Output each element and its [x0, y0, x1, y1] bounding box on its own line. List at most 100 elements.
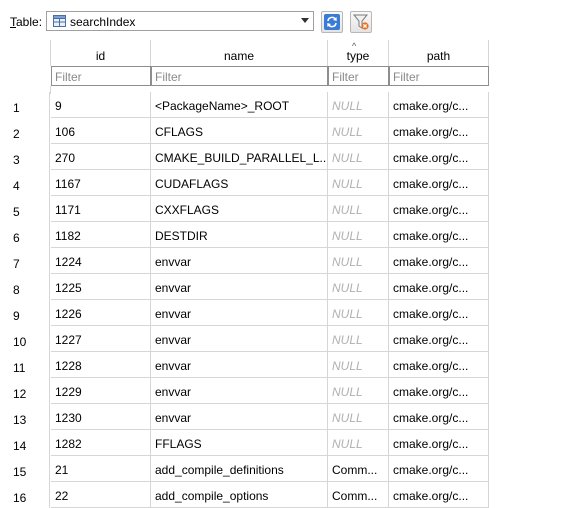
cell-name[interactable]: envvar	[151, 326, 328, 352]
table-row[interactable]: 7 1224 envvar NULL cmake.org/c...	[0, 248, 489, 274]
cell-id[interactable]: 1182	[51, 222, 151, 248]
cell-id[interactable]: 1171	[51, 196, 151, 222]
table-row[interactable]: 10 1227 envvar NULL cmake.org/c...	[0, 326, 489, 352]
cell-id[interactable]: 1167	[51, 170, 151, 196]
cell-id[interactable]: 1282	[51, 430, 151, 456]
table-row[interactable]: 1 9 <PackageName>_ROOT NULL cmake.org/c...	[0, 92, 489, 118]
filter-input-path[interactable]: Filter	[389, 66, 489, 86]
cell-type[interactable]: NULL	[328, 274, 389, 300]
cell-id[interactable]: 9	[51, 92, 151, 118]
cell-path[interactable]: cmake.org/c...	[389, 326, 489, 352]
cell-id[interactable]: 22	[51, 482, 151, 508]
cell-id[interactable]: 1226	[51, 300, 151, 326]
row-number[interactable]: 16	[0, 482, 50, 508]
cell-name[interactable]: CXXFLAGS	[151, 196, 328, 222]
chevron-down-icon[interactable]	[301, 18, 309, 23]
cell-name[interactable]: add_compile_definitions	[151, 456, 328, 482]
refresh-button[interactable]	[321, 11, 343, 33]
cell-path[interactable]: cmake.org/c...	[389, 456, 489, 482]
table-row[interactable]: 16 22 add_compile_options Comm... cmake.org/…	[0, 482, 489, 508]
cell-path[interactable]: cmake.org/c...	[389, 248, 489, 274]
cell-type[interactable]: NULL	[328, 170, 389, 196]
cell-name[interactable]: FFLAGS	[151, 430, 328, 456]
cell-path[interactable]: cmake.org/c...	[389, 352, 489, 378]
cell-name[interactable]: CMAKE_BUILD_PARALLEL_L...	[151, 144, 328, 170]
cell-id[interactable]: 270	[51, 144, 151, 170]
cell-id[interactable]: 1229	[51, 378, 151, 404]
table-select[interactable]: searchIndex	[46, 11, 314, 31]
row-number[interactable]: 1	[0, 92, 50, 118]
row-number[interactable]: 7	[0, 248, 50, 274]
filter-input-type[interactable]: Filter	[328, 66, 389, 86]
table-row[interactable]: 4 1167 CUDAFLAGS NULL cmake.org/c...	[0, 170, 489, 196]
table-row[interactable]: 13 1230 envvar NULL cmake.org/c...	[0, 404, 489, 430]
cell-id[interactable]: 106	[51, 118, 151, 144]
cell-name[interactable]: CUDAFLAGS	[151, 170, 328, 196]
cell-path[interactable]: cmake.org/c...	[389, 378, 489, 404]
row-number[interactable]: 13	[0, 404, 50, 430]
table-row[interactable]: 14 1282 FFLAGS NULL cmake.org/c...	[0, 430, 489, 456]
cell-name[interactable]: add_compile_options	[151, 482, 328, 508]
cell-type[interactable]: NULL	[328, 352, 389, 378]
row-number[interactable]: 6	[0, 222, 50, 248]
cell-name[interactable]: envvar	[151, 352, 328, 378]
cell-name[interactable]: envvar	[151, 300, 328, 326]
cell-type[interactable]: NULL	[328, 248, 389, 274]
cell-id[interactable]: 1227	[51, 326, 151, 352]
column-header-type[interactable]: type	[328, 40, 389, 66]
table-row[interactable]: 11 1228 envvar NULL cmake.org/c...	[0, 352, 489, 378]
cell-id[interactable]: 21	[51, 456, 151, 482]
cell-name[interactable]: envvar	[151, 248, 328, 274]
cell-path[interactable]: cmake.org/c...	[389, 92, 489, 118]
cell-name[interactable]: DESTDIR	[151, 222, 328, 248]
cell-id[interactable]: 1230	[51, 404, 151, 430]
table-row[interactable]: 5 1171 CXXFLAGS NULL cmake.org/c...	[0, 196, 489, 222]
cell-type[interactable]: NULL	[328, 430, 389, 456]
column-header-name[interactable]: name	[151, 40, 328, 66]
row-number[interactable]: 4	[0, 170, 50, 196]
row-number[interactable]: 3	[0, 144, 50, 170]
filter-input-id[interactable]: Filter	[51, 66, 151, 86]
cell-name[interactable]: <PackageName>_ROOT	[151, 92, 328, 118]
table-row[interactable]: 3 270 CMAKE_BUILD_PARALLEL_L... NULL cmake.o…	[0, 144, 489, 170]
cell-type[interactable]: NULL	[328, 378, 389, 404]
row-number[interactable]: 10	[0, 326, 50, 352]
cell-name[interactable]: envvar	[151, 404, 328, 430]
column-header-path[interactable]: path	[389, 40, 489, 66]
table-row[interactable]: 8 1225 envvar NULL cmake.org/c...	[0, 274, 489, 300]
cell-type[interactable]: NULL	[328, 118, 389, 144]
cell-path[interactable]: cmake.org/c...	[389, 482, 489, 508]
cell-type[interactable]: NULL	[328, 326, 389, 352]
cell-type[interactable]: NULL	[328, 300, 389, 326]
cell-path[interactable]: cmake.org/c...	[389, 196, 489, 222]
cell-type[interactable]: NULL	[328, 222, 389, 248]
cell-path[interactable]: cmake.org/c...	[389, 404, 489, 430]
row-number[interactable]: 15	[0, 456, 50, 482]
cell-type[interactable]: NULL	[328, 144, 389, 170]
cell-path[interactable]: cmake.org/c...	[389, 300, 489, 326]
table-row[interactable]: 9 1226 envvar NULL cmake.org/c...	[0, 300, 489, 326]
table-row[interactable]: 2 106 CFLAGS NULL cmake.org/c...	[0, 118, 489, 144]
row-number[interactable]: 2	[0, 118, 50, 144]
clear-filters-button[interactable]	[350, 11, 372, 33]
row-number[interactable]: 11	[0, 352, 50, 378]
table-row[interactable]: 15 21 add_compile_definitions Comm... cmake.…	[0, 456, 489, 482]
cell-path[interactable]: cmake.org/c...	[389, 118, 489, 144]
cell-id[interactable]: 1228	[51, 352, 151, 378]
row-number[interactable]: 14	[0, 430, 50, 456]
cell-path[interactable]: cmake.org/c...	[389, 274, 489, 300]
cell-type[interactable]: Comm...	[328, 482, 389, 508]
table-row[interactable]: 12 1229 envvar NULL cmake.org/c...	[0, 378, 489, 404]
cell-type[interactable]: NULL	[328, 404, 389, 430]
row-number[interactable]: 8	[0, 274, 50, 300]
cell-type[interactable]: NULL	[328, 196, 389, 222]
row-number[interactable]: 9	[0, 300, 50, 326]
cell-name[interactable]: envvar	[151, 274, 328, 300]
cell-path[interactable]: cmake.org/c...	[389, 170, 489, 196]
cell-path[interactable]: cmake.org/c...	[389, 222, 489, 248]
cell-name[interactable]: CFLAGS	[151, 118, 328, 144]
cell-id[interactable]: 1225	[51, 274, 151, 300]
cell-id[interactable]: 1224	[51, 248, 151, 274]
cell-name[interactable]: envvar	[151, 378, 328, 404]
cell-type[interactable]: Comm...	[328, 456, 389, 482]
